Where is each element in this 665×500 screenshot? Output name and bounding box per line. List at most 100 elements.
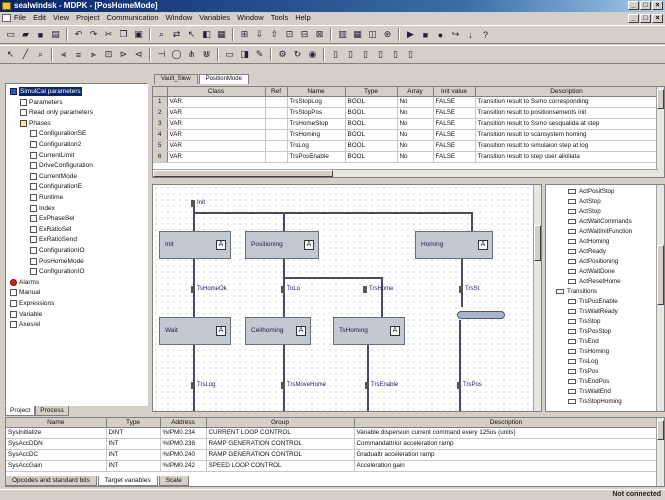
- table-cell[interactable]: VAR: [167, 151, 266, 163]
- close-button[interactable]: ×: [652, 1, 663, 10]
- step-homing[interactable]: Homing A: [415, 231, 493, 259]
- horizontal-scrollbar[interactable]: [153, 169, 658, 177]
- transition-trs-st[interactable]: TrsSt: [459, 285, 479, 293]
- table-row[interactable]: 4 VAR TrsHoming BOOL No FALSE Transition resul…: [153, 129, 659, 141]
- table-cell[interactable]: FALSE: [433, 118, 476, 130]
- table-cell[interactable]: Transition result to step user alioliata: [475, 151, 659, 163]
- list-item[interactable]: TrsPos: [568, 368, 598, 375]
- table-cell[interactable]: VAR: [167, 118, 266, 130]
- tree-item[interactable]: Phases: [20, 119, 51, 128]
- table-cell[interactable]: No: [397, 118, 434, 130]
- new-icon[interactable]: ▭: [4, 28, 17, 41]
- tool-b-icon[interactable]: ▯: [344, 48, 357, 61]
- step-into-icon[interactable]: ↓: [464, 28, 477, 41]
- table-cell[interactable]: BOOL: [345, 140, 398, 152]
- table-cell[interactable]: TrsHomeStop: [287, 118, 346, 130]
- step-init[interactable]: Init A: [159, 231, 231, 259]
- print-icon[interactable]: ▤: [49, 28, 62, 41]
- doc-restore-button[interactable]: □: [640, 14, 651, 23]
- project-tree[interactable]: SimulCal parameters Parameters Read only p…: [5, 83, 148, 406]
- table-cell[interactable]: DINT: [106, 427, 161, 439]
- doc-close-button[interactable]: ×: [652, 14, 663, 23]
- tree-item[interactable]: Expressions: [10, 299, 54, 308]
- list-item[interactable]: TrsLog: [568, 358, 598, 365]
- action-icon[interactable]: A: [216, 326, 226, 336]
- bottom-vertical-scrollbar[interactable]: [656, 418, 664, 486]
- insert-action-icon[interactable]: ◨: [238, 48, 251, 61]
- align-center-icon[interactable]: ≡: [72, 48, 85, 61]
- tree-item[interactable]: ConfigurationSE: [30, 129, 86, 138]
- build-icon[interactable]: ▦: [215, 28, 228, 41]
- column-header[interactable]: Address: [160, 418, 207, 428]
- list-item[interactable]: ActWaitCommands: [568, 218, 632, 225]
- table-cell[interactable]: INT: [106, 460, 161, 472]
- list-item[interactable]: ActReady: [568, 248, 606, 255]
- jump-icon[interactable]: ⊠: [313, 28, 326, 41]
- coil-icon[interactable]: ◯: [170, 48, 183, 61]
- list-item[interactable]: TrsPosStop: [568, 328, 611, 335]
- action-icon[interactable]: A: [390, 326, 400, 336]
- list-item[interactable]: ActPositioning: [568, 258, 618, 265]
- table-cell[interactable]: CURRENT LOOP CONTROL: [206, 427, 355, 439]
- tab-project[interactable]: Project: [5, 406, 36, 416]
- table-cell[interactable]: FALSE: [433, 107, 476, 119]
- action-icon[interactable]: A: [296, 326, 306, 336]
- list-item[interactable]: ActWaitInitFunction: [568, 228, 632, 235]
- transition-ts-home-ok[interactable]: TsHomeOk: [191, 285, 227, 293]
- refresh-icon[interactable]: ↻: [291, 48, 304, 61]
- transition-to-lo[interactable]: ToLo: [281, 285, 300, 293]
- transition-init[interactable]: Init: [191, 199, 205, 207]
- column-header[interactable]: Type: [345, 87, 398, 97]
- copy-icon[interactable]: ❐: [117, 28, 130, 41]
- list-item[interactable]: Transitions: [556, 288, 597, 295]
- list-item[interactable]: ActHoming: [568, 238, 609, 245]
- input-icon[interactable]: ⊳: [117, 48, 130, 61]
- table-cell[interactable]: TrsStopLog: [287, 96, 346, 108]
- comment-icon[interactable]: ✎: [253, 48, 266, 61]
- tree-item[interactable]: Alarms: [10, 278, 39, 287]
- upload-icon[interactable]: ⇧: [268, 28, 281, 41]
- save-icon[interactable]: ■: [34, 28, 47, 41]
- tab-vault-slew[interactable]: Vault_Slew: [154, 74, 198, 84]
- tree-item[interactable]: CurrentMode: [30, 172, 77, 181]
- table-cell[interactable]: FALSE: [433, 96, 476, 108]
- table-cell[interactable]: 3: [153, 118, 168, 130]
- table-cell[interactable]: No: [397, 151, 434, 163]
- action-icon[interactable]: A: [216, 240, 226, 250]
- tree-item[interactable]: ExPhaseSel: [30, 214, 74, 223]
- table-cell[interactable]: BOOL: [345, 96, 398, 108]
- menu-file[interactable]: File: [14, 12, 26, 24]
- table-row[interactable]: SysAccDDN INT %IPM0.238 RAMP GENERATION CON…: [6, 438, 659, 450]
- list-item[interactable]: ActStop: [568, 198, 601, 205]
- column-header[interactable]: Description: [475, 87, 659, 97]
- table-cell[interactable]: No: [397, 140, 434, 152]
- table-cell[interactable]: No: [397, 129, 434, 141]
- step-over-icon[interactable]: ↪: [449, 28, 462, 41]
- convergence-icon[interactable]: ⋓: [200, 48, 213, 61]
- tab-opcodes[interactable]: Opcodes and standard bits: [5, 476, 97, 486]
- insert-step-icon[interactable]: ▭: [223, 48, 236, 61]
- contact-icon[interactable]: ⊣: [155, 48, 168, 61]
- transition-trs-move-home[interactable]: TrsMoveHome: [281, 381, 326, 389]
- transition-icon[interactable]: ⊟: [298, 28, 311, 41]
- table-cell[interactable]: [265, 129, 288, 141]
- find-icon[interactable]: ⌕: [155, 28, 168, 41]
- table-icon[interactable]: ▦: [351, 28, 364, 41]
- tool-a-icon[interactable]: ▯: [329, 48, 342, 61]
- list-item[interactable]: TrsStopHoming: [568, 398, 622, 405]
- table-cell[interactable]: %IPM0.234: [160, 427, 207, 439]
- tree-item[interactable]: ConfigurationIO: [30, 246, 85, 255]
- help-icon[interactable]: ?: [479, 28, 492, 41]
- table-cell[interactable]: Acceleration gain: [354, 460, 659, 472]
- zoom-icon[interactable]: ⌕: [34, 48, 47, 61]
- table-row[interactable]: SysAccGain INT %IPM0.242 SPEED LOOP CONTROL…: [6, 460, 659, 472]
- step-positioning[interactable]: Positioning A: [245, 231, 319, 259]
- table-cell[interactable]: SysAccGain: [6, 460, 107, 472]
- table-cell[interactable]: INT: [106, 449, 161, 461]
- actions-transitions-list[interactable]: ActPositStop ActStop ActStop ActWaitCommand…: [545, 184, 665, 412]
- tree-item[interactable]: Variable: [10, 310, 42, 319]
- tab-target-variables[interactable]: Target variables: [97, 476, 158, 486]
- step-icon[interactable]: ⊡: [283, 28, 296, 41]
- transition-trs-home[interactable]: TrsHome: [363, 285, 393, 293]
- download-icon[interactable]: ⇩: [253, 28, 266, 41]
